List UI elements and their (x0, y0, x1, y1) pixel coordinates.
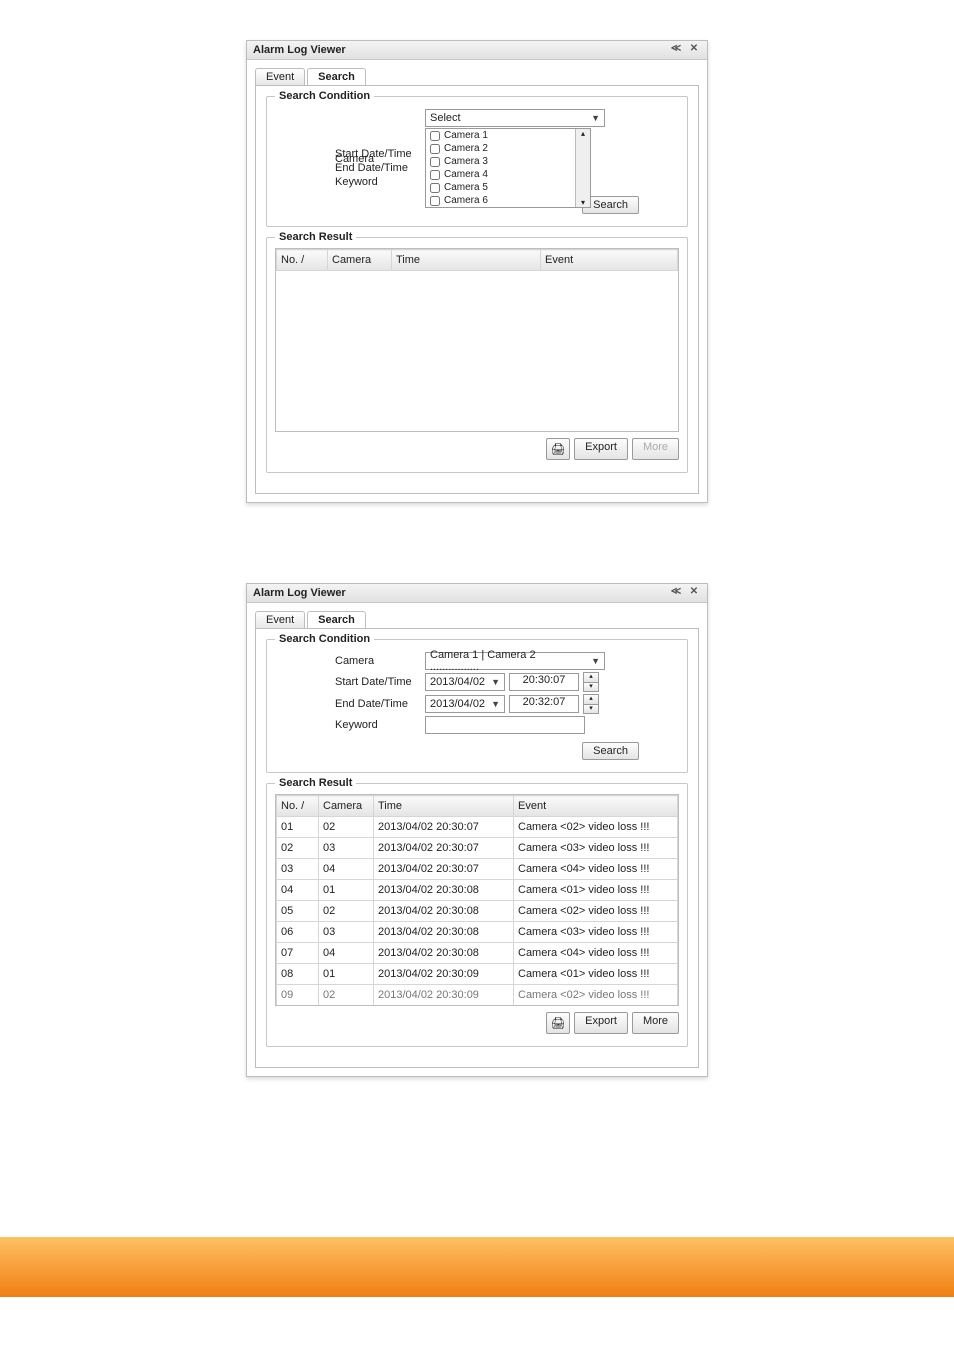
table-row[interactable]: 08012013/04/02 20:30:09Camera <01> video… (277, 964, 678, 985)
camera-checkbox[interactable] (430, 183, 440, 193)
search-result-group: Search Result No. / Camera Time (266, 783, 688, 1047)
table-row[interactable]: 06032013/04/02 20:30:08Camera <03> video… (277, 922, 678, 943)
camera-checkbox[interactable] (430, 196, 440, 206)
start-datetime-label: Start Date/Time (275, 676, 425, 688)
more-button: More (632, 438, 679, 460)
camera-list-item[interactable]: Camera 2 (426, 142, 590, 155)
start-time-stepper[interactable]: ▴ ▾ (583, 672, 599, 692)
stepper-down-icon[interactable]: ▾ (584, 705, 598, 714)
stepper-up-icon[interactable]: ▴ (584, 695, 598, 705)
search-condition-legend: Search Condition (275, 633, 374, 645)
table-row[interactable]: 03042013/04/02 20:30:07Camera <04> video… (277, 859, 678, 880)
table-row[interactable]: 09022013/04/02 20:30:09Camera <02> video… (277, 985, 678, 1006)
keyword-label: Keyword (275, 719, 425, 731)
stepper-up-icon[interactable]: ▴ (584, 673, 598, 683)
listbox-scrollbar[interactable]: ▴ ▾ (575, 129, 590, 207)
col-event[interactable]: Event (514, 796, 678, 817)
table-row[interactable]: 02032013/04/02 20:30:07Camera <03> video… (277, 838, 678, 859)
col-no[interactable]: No. / (277, 250, 328, 271)
camera-list-item[interactable]: Camera 5 (426, 181, 590, 194)
camera-list-label: Camera 3 (444, 156, 488, 167)
export-button[interactable]: Export (574, 1012, 628, 1034)
close-icon[interactable]: ✕ (687, 586, 701, 600)
keyword-input[interactable] (425, 716, 585, 734)
print-icon[interactable]: 🖨 (546, 438, 570, 460)
footer-band (0, 1237, 954, 1297)
camera-select-value: Select (430, 112, 461, 124)
chevron-down-icon: ▼ (487, 699, 500, 709)
camera-checkbox[interactable] (430, 157, 440, 167)
camera-list-label: Camera 6 (444, 195, 488, 206)
search-condition-group: Search Condition Camera Camera 1 | Camer… (266, 639, 688, 773)
camera-label: Camera (275, 655, 425, 667)
titlebar: Alarm Log Viewer ≪ ✕ (247, 584, 707, 603)
scroll-up-icon[interactable]: ▴ (576, 129, 590, 138)
results-table: No. / Camera Time Event (276, 249, 678, 271)
camera-checkbox[interactable] (430, 144, 440, 154)
camera-select[interactable]: Select ▼ (425, 109, 605, 127)
pin-icon[interactable]: ≪ (669, 586, 683, 600)
more-button[interactable]: More (632, 1012, 679, 1034)
camera-list-label: Camera 1 (444, 130, 488, 141)
table-row[interactable]: 05022013/04/02 20:30:08Camera <02> video… (277, 901, 678, 922)
camera-list-label: Camera 4 (444, 169, 488, 180)
camera-select-value: Camera 1 | Camera 2 ................ (430, 649, 587, 673)
pin-icon[interactable]: ≪ (669, 43, 683, 57)
window-title: Alarm Log Viewer (253, 587, 669, 599)
end-time-stepper[interactable]: ▴ ▾ (583, 694, 599, 714)
camera-listbox[interactable]: Camera 1 Camera 2 Camera 3 Camera 4 Camera 5… (425, 128, 591, 208)
end-datetime-label: End Date/Time (275, 162, 425, 174)
end-date-field[interactable]: 2013/04/02 ▼ (425, 695, 505, 713)
search-result-legend: Search Result (275, 777, 356, 789)
scroll-down-icon[interactable]: ▾ (576, 198, 590, 207)
camera-list-label: Camera 5 (444, 182, 488, 193)
col-camera[interactable]: Camera (319, 796, 374, 817)
stepper-down-icon[interactable]: ▾ (584, 683, 598, 692)
chevron-down-icon: ▼ (587, 656, 600, 666)
end-time-field[interactable]: 20:32:07 (509, 695, 579, 713)
search-result-group: Search Result No. / Camera Time Event (266, 237, 688, 473)
table-row[interactable]: 07042013/04/02 20:30:08Camera <04> video… (277, 943, 678, 964)
keyword-label: Keyword (275, 176, 425, 188)
titlebar: Alarm Log Viewer ≪ ✕ (247, 41, 707, 60)
col-event[interactable]: Event (541, 250, 678, 271)
table-row[interactable]: 04012013/04/02 20:30:08Camera <01> video… (277, 880, 678, 901)
camera-list-item[interactable]: Camera 6 (426, 194, 590, 207)
camera-list-label: Camera 2 (444, 143, 488, 154)
start-date-field[interactable]: 2013/04/02 ▼ (425, 673, 505, 691)
chevron-down-icon: ▼ (487, 677, 500, 687)
search-button[interactable]: Search (582, 742, 639, 760)
camera-list-item[interactable]: Camera 3 (426, 155, 590, 168)
window-title: Alarm Log Viewer (253, 44, 669, 56)
search-condition-group: Search Condition Camera Select ▼ Camera … (266, 96, 688, 227)
start-datetime-label: Start Date/Time (275, 148, 425, 160)
col-camera[interactable]: Camera (328, 250, 392, 271)
table-row[interactable]: 01022013/04/02 20:30:07Camera <02> video… (277, 817, 678, 838)
close-icon[interactable]: ✕ (687, 43, 701, 57)
camera-checkbox[interactable] (430, 170, 440, 180)
results-table: No. / Camera Time Event 01022013/04/02 2… (276, 795, 678, 1005)
tab-search[interactable]: Search (307, 611, 366, 628)
start-time-field[interactable]: 20:30:07 (509, 673, 579, 691)
camera-checkbox[interactable] (430, 131, 440, 141)
camera-list-item[interactable]: Camera 1 (426, 129, 590, 142)
col-time[interactable]: Time (392, 250, 541, 271)
search-condition-legend: Search Condition (275, 90, 374, 102)
alarm-log-viewer-window: Alarm Log Viewer ≪ ✕ Event Search Search… (246, 40, 708, 503)
chevron-down-icon: ▼ (587, 113, 600, 123)
col-time[interactable]: Time (374, 796, 514, 817)
print-icon[interactable]: 🖨 (546, 1012, 570, 1034)
tab-event[interactable]: Event (255, 611, 305, 628)
end-datetime-label: End Date/Time (275, 698, 425, 710)
col-no[interactable]: No. / (277, 796, 319, 817)
tab-event[interactable]: Event (255, 68, 305, 85)
search-result-legend: Search Result (275, 231, 356, 243)
camera-select[interactable]: Camera 1 | Camera 2 ................ ▼ (425, 652, 605, 670)
export-button[interactable]: Export (574, 438, 628, 460)
tab-search[interactable]: Search (307, 68, 366, 85)
alarm-log-viewer-window: Alarm Log Viewer ≪ ✕ Event Search Search… (246, 583, 708, 1077)
camera-list-item[interactable]: Camera 4 (426, 168, 590, 181)
